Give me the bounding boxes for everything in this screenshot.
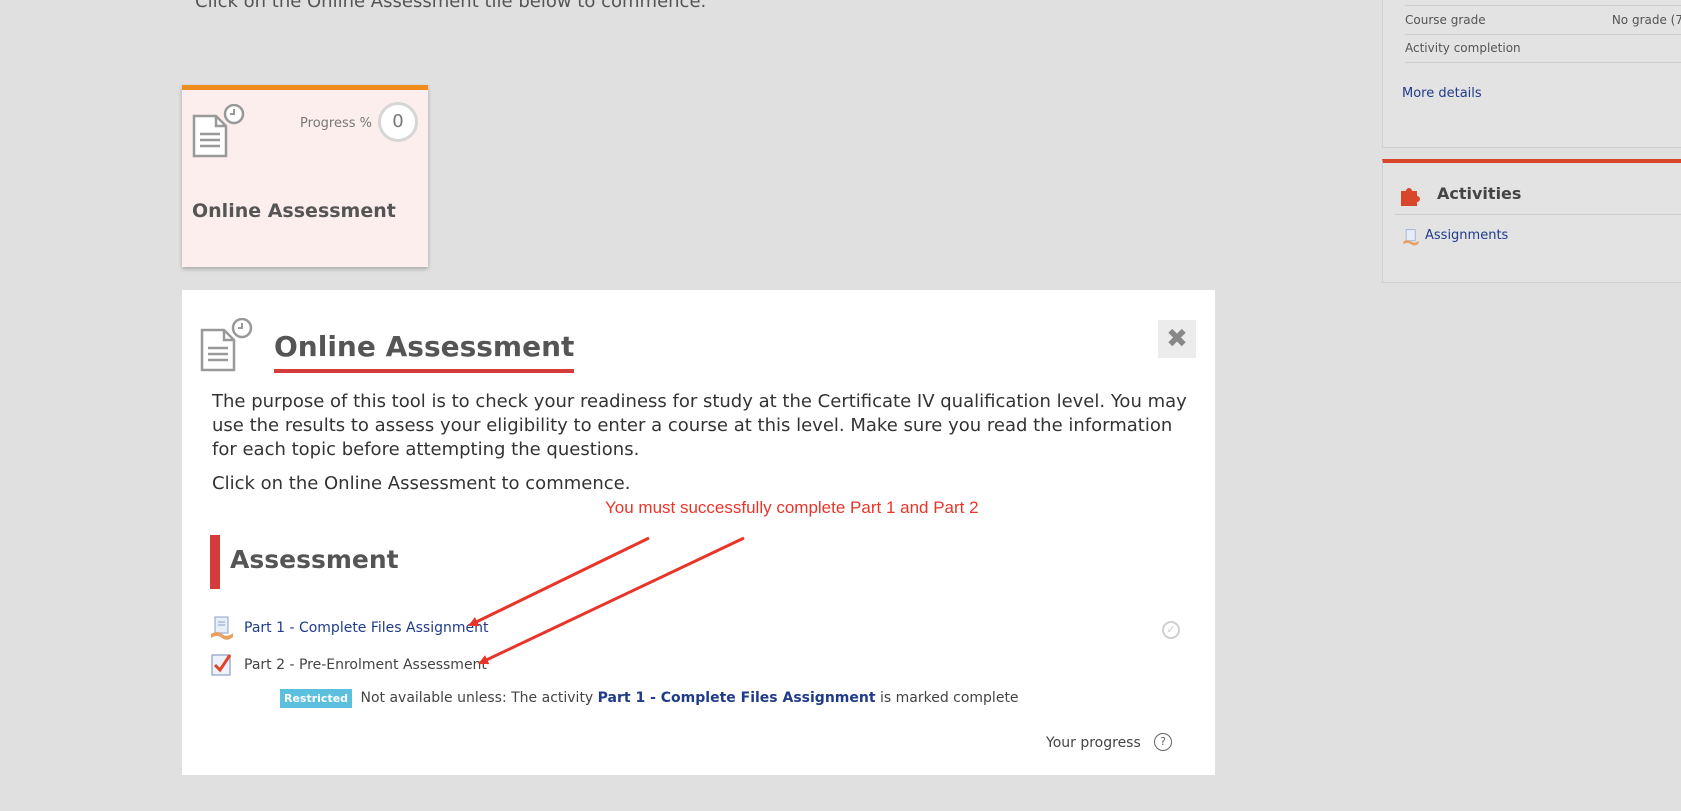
modal-instruction: Click on the Online Assessment to commen…	[212, 473, 631, 494]
more-details-link[interactable]: More details	[1402, 86, 1482, 101]
restriction-link[interactable]: Part 1 - Complete Files Assignment	[598, 690, 876, 706]
close-button[interactable]: ✖	[1158, 320, 1196, 358]
completion-check-icon[interactable]: ✓	[1162, 621, 1180, 639]
grade-label: Activity completion	[1405, 41, 1521, 55]
activities-title: Activities	[1437, 184, 1522, 203]
your-progress-label: Your progress	[1046, 735, 1141, 751]
progress-label: Progress %	[300, 116, 372, 131]
divider	[1395, 214, 1681, 215]
grade-row-course-grade: Course grade No grade (7	[1405, 5, 1681, 35]
restriction-info: Restricted Not available unless: The act…	[280, 689, 1019, 708]
modal-title: Online Assessment	[274, 330, 575, 373]
section-modal: Online Assessment ✖ The purpose of this …	[182, 290, 1215, 775]
grade-label: Course grade	[1405, 13, 1486, 27]
assignment-icon	[1402, 229, 1420, 251]
activities-block: Activities Assignments	[1382, 159, 1681, 283]
document-clock-icon	[198, 317, 254, 378]
top-instruction: Click on the Online Assessment tile belo…	[195, 0, 707, 12]
grade-value: No grade (7	[1611, 13, 1681, 27]
section-accent-bar	[210, 535, 220, 589]
assignments-link[interactable]: Assignments	[1425, 228, 1508, 243]
document-clock-icon	[190, 103, 246, 164]
help-icon[interactable]: ?	[1154, 733, 1172, 751]
annotation-text: You must successfully complete Part 1 an…	[605, 498, 979, 517]
grade-block: Course grade No grade (7 Activity comple…	[1382, 0, 1681, 148]
modal-description: The purpose of this tool is to check you…	[212, 391, 1187, 460]
section-title: Assessment	[230, 545, 399, 574]
restricted-badge: Restricted	[280, 689, 353, 708]
quiz-icon	[210, 652, 232, 676]
activity-link-part-1[interactable]: Part 1 - Complete Files Assignment	[244, 620, 488, 636]
tile-title: Online Assessment	[192, 200, 396, 222]
activity-label-part-2: Part 2 - Pre-Enrolment Assessment	[244, 657, 487, 673]
puzzle-icon	[1399, 183, 1423, 211]
restriction-suffix: is marked complete	[879, 690, 1019, 706]
online-assessment-tile[interactable]: Progress % 0 Online Assessment	[182, 85, 428, 267]
progress-circle: 0	[378, 102, 418, 142]
restriction-prefix: Not available unless: The activity	[360, 690, 594, 706]
grade-row-activity-completion: Activity completion	[1405, 34, 1681, 63]
assignment-icon	[210, 616, 233, 640]
